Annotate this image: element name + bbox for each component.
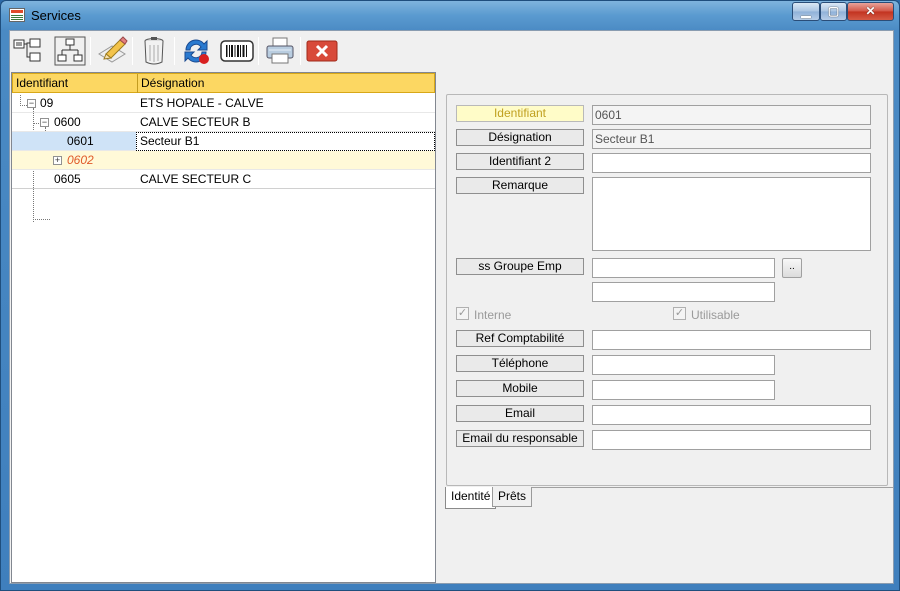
print-button[interactable] [264, 36, 296, 66]
remarque-field[interactable] [592, 177, 871, 251]
row-id: 0602 [67, 153, 94, 167]
label-ref-comptabilite: Ref Comptabilité [456, 330, 584, 347]
close-window-icon: ✕ [865, 4, 876, 18]
tree-expand-icon [13, 38, 41, 62]
label-email-responsable: Email du responsable [456, 430, 584, 447]
toolbar-separator [174, 37, 175, 65]
row-designation: Secteur B1 [140, 134, 200, 148]
mobile-field[interactable] [592, 380, 775, 400]
email-field[interactable] [592, 405, 871, 425]
ss-groupe-emp-field[interactable] [592, 258, 775, 278]
toolbar-separator [258, 37, 259, 65]
column-header-designation[interactable]: Désignation [141, 76, 204, 90]
label-designation: Désignation [456, 129, 584, 146]
interne-checkbox[interactable]: ✓ [456, 307, 469, 320]
minimize-button[interactable]: ▁ [792, 2, 820, 21]
label-mobile: Mobile [456, 380, 584, 397]
title-bar[interactable]: Services ▁ ▢ ✕ [1, 1, 899, 29]
printer-icon [266, 37, 294, 64]
label-ss-groupe-emp: ss Groupe Emp [456, 258, 584, 275]
telephone-field[interactable] [592, 355, 775, 375]
app-icon [9, 8, 25, 22]
tree-connector [33, 219, 50, 220]
tree-header: Identifiant Désignation [12, 73, 435, 93]
label-identifiant-2: Identifiant 2 [456, 153, 584, 170]
toolbar [10, 31, 893, 71]
row-id: 0600 [54, 115, 81, 129]
refresh-cancel-icon [184, 39, 209, 64]
collapse-icon[interactable]: − [27, 99, 36, 108]
window-title: Services [31, 8, 81, 23]
barcode-icon [220, 40, 254, 62]
row-designation: CALVE SECTEUR C [140, 172, 252, 186]
collapse-icon[interactable]: − [40, 118, 49, 127]
row-id: 09 [40, 96, 54, 110]
browse-button[interactable]: .. [782, 258, 802, 278]
close-window-button[interactable]: ✕ [847, 2, 894, 21]
tree-row[interactable]: 0605 CALVE SECTEUR C [12, 170, 435, 189]
tree-structure-button[interactable] [54, 36, 86, 66]
ref-comptabilite-field[interactable] [592, 330, 871, 350]
close-button[interactable] [306, 36, 338, 66]
trash-bin-icon [144, 37, 164, 65]
barcode-button[interactable] [220, 36, 254, 66]
maximize-icon: ▢ [827, 4, 840, 18]
row-id: 0605 [54, 172, 81, 186]
maximize-button[interactable]: ▢ [820, 2, 847, 21]
refresh-button[interactable] [180, 36, 212, 66]
tree-row[interactable]: − 09 ETS HOPALE - CALVE [12, 94, 435, 113]
toolbar-separator [132, 37, 133, 65]
identifiant-field[interactable]: 0601 [592, 105, 871, 125]
tree-row[interactable]: − 0600 CALVE SECTEUR B [12, 113, 435, 132]
tree-structure-icon [54, 36, 86, 66]
splitter[interactable] [437, 72, 443, 583]
label-identifiant: Identifiant [456, 105, 584, 122]
label-remarque: Remarque [456, 177, 584, 194]
expand-icon[interactable]: + [53, 156, 62, 165]
identifiant-2-field[interactable] [592, 153, 871, 173]
row-designation: CALVE SECTEUR B [140, 115, 251, 129]
close-icon [306, 40, 338, 62]
label-telephone: Téléphone [456, 355, 584, 372]
services-window: Services ▁ ▢ ✕ Identifiant Désignation −… [0, 0, 900, 591]
row-id: 0601 [67, 134, 94, 148]
designation-field[interactable]: Secteur B1 [592, 129, 871, 149]
ss-groupe-emp-name-field[interactable] [592, 282, 775, 302]
tab-identite[interactable]: Identité [445, 487, 497, 509]
tree-row-selected[interactable]: 0601 Secteur B1 [12, 132, 435, 151]
toolbar-separator [300, 37, 301, 65]
delete-button[interactable] [138, 36, 170, 66]
label-email: Email [456, 405, 584, 422]
services-tree[interactable]: Identifiant Désignation − 09 ETS HOPALE … [11, 72, 436, 583]
column-header-identifiant[interactable]: Identifiant [16, 76, 68, 90]
tree-row[interactable]: + 0602 [12, 151, 435, 170]
client-area: Identifiant Désignation − 09 ETS HOPALE … [9, 30, 894, 584]
toolbar-separator [90, 37, 91, 65]
interne-label: Interne [474, 308, 512, 322]
column-divider [137, 74, 138, 93]
utilisable-label: Utilisable [691, 308, 740, 322]
tree-expand-button[interactable] [12, 36, 44, 66]
row-designation: ETS HOPALE - CALVE [140, 96, 264, 110]
edit-button[interactable] [96, 36, 128, 66]
minimize-icon: ▁ [801, 4, 811, 18]
email-responsable-field[interactable] [592, 430, 871, 450]
identity-group: Identifiant 0601 Désignation Secteur B1 … [446, 94, 888, 486]
utilisable-checkbox[interactable]: ✓ [673, 307, 686, 320]
tab-prets[interactable]: Prêts [492, 487, 533, 507]
pencil-edit-icon [98, 36, 128, 63]
